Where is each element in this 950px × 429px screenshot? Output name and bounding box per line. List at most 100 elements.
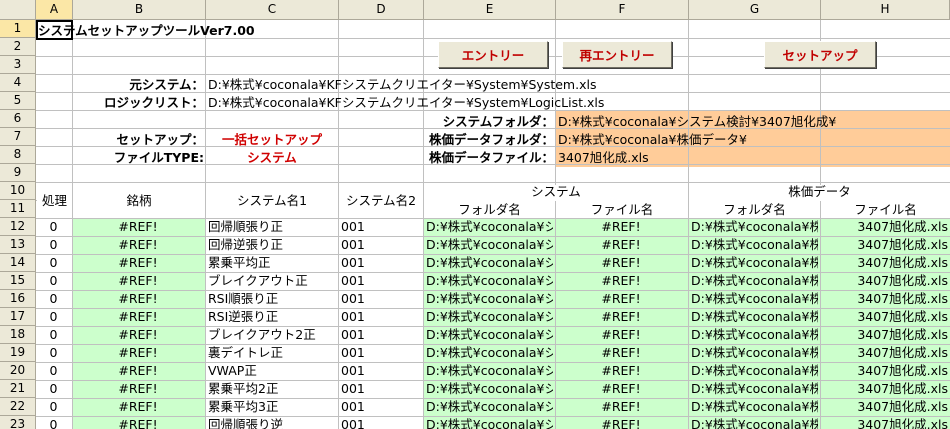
cell-name1: 回帰順張り逆 (208, 417, 284, 429)
cell-sys-folder: D:¥株式¥coconala¥システム検討¥3407旭化成¥ (426, 273, 553, 288)
row-header-20[interactable]: 20 (0, 362, 36, 380)
entry-button[interactable]: エントリー (438, 41, 548, 68)
cell-price-folder: D:¥株式¥coconala¥株価データ¥ (691, 237, 818, 252)
row-header-14[interactable]: 14 (0, 254, 36, 272)
cell-price-file: 3407旭化成.xls (857, 255, 948, 270)
cell-price-folder: D:¥株式¥coconala¥株価データ¥ (691, 309, 818, 324)
cell-price-folder: D:¥株式¥coconala¥株価データ¥ (691, 219, 818, 234)
system-folder-label: システムフォルダ： (442, 114, 554, 129)
setup-button[interactable]: セットアップ (764, 41, 876, 68)
cell-name2: 001 (341, 237, 365, 252)
setup-label: セットアップ： (116, 132, 204, 147)
cell-sys-file: #REF! (601, 399, 641, 414)
row-header-7[interactable]: 7 (0, 128, 36, 146)
row-header-23[interactable]: 23 (0, 416, 36, 429)
cell-sys-file: #REF! (601, 291, 641, 306)
cell-ticker: #REF! (118, 345, 158, 360)
cell-sys-file: #REF! (601, 309, 641, 324)
row-header-12[interactable]: 12 (0, 218, 36, 236)
row-header-4[interactable]: 4 (0, 74, 36, 92)
cell-price-folder: D:¥株式¥coconala¥株価データ¥ (691, 291, 818, 306)
cell-name2: 001 (341, 327, 365, 342)
row-header-5[interactable]: 5 (0, 92, 36, 110)
cell-ticker: #REF! (118, 237, 158, 252)
cell-price-folder: D:¥株式¥coconala¥株価データ¥ (691, 363, 818, 378)
column-header-d[interactable]: D (339, 0, 424, 20)
row-header-9[interactable]: 9 (0, 164, 36, 182)
cell-sys-file: #REF! (601, 381, 641, 396)
cell-sys-folder: D:¥株式¥coconala¥システム検討¥3407旭化成¥ (426, 381, 553, 396)
row-header-16[interactable]: 16 (0, 290, 36, 308)
cell-name1: 裏デイトレ正 (208, 345, 284, 360)
column-header-f[interactable]: F (556, 0, 689, 20)
cell-process: 0 (49, 345, 58, 360)
cell-price-file: 3407旭化成.xls (857, 345, 948, 360)
cell-sys-folder: D:¥株式¥coconala¥システム検討¥3407旭化成¥ (426, 237, 553, 252)
row-header-22[interactable]: 22 (0, 398, 36, 416)
source-system-label: 元システム： (129, 77, 204, 92)
header-system-group: システム (531, 184, 581, 199)
column-header-h[interactable]: H (821, 0, 950, 20)
row-header-2[interactable]: 2 (0, 38, 36, 56)
column-header-e[interactable]: E (424, 0, 556, 20)
cell-name2: 001 (341, 255, 365, 270)
cell-sys-file: #REF! (601, 255, 641, 270)
source-system-value: D:¥株式¥coconala¥KFシステムクリエイター¥System¥Syste… (208, 77, 597, 92)
row-header-8[interactable]: 8 (0, 146, 36, 164)
price-file-label: 株価データファイル： (428, 150, 554, 165)
select-all-corner[interactable] (0, 0, 36, 20)
cell-name2: 001 (341, 399, 365, 414)
cell-process: 0 (49, 255, 58, 270)
row-header-10[interactable]: 10 (0, 182, 36, 200)
cell-sys-file: #REF! (601, 345, 641, 360)
row-header-21[interactable]: 21 (0, 380, 36, 398)
cell-sys-folder: D:¥株式¥coconala¥システム検討¥3407旭化成¥ (426, 399, 553, 414)
row-header-17[interactable]: 17 (0, 308, 36, 326)
row-header-19[interactable]: 19 (0, 344, 36, 362)
cell-ticker: #REF! (118, 273, 158, 288)
cell-ticker: #REF! (118, 327, 158, 342)
header-ticker: 銘柄 (126, 193, 152, 208)
cell-ticker: #REF! (118, 417, 158, 429)
price-folder-value: D:¥株式¥coconala¥株価データ¥ (558, 132, 747, 147)
price-file-value: 3407旭化成.xls (558, 150, 649, 165)
cell-price-folder: D:¥株式¥coconala¥株価データ¥ (691, 417, 818, 429)
row-header-18[interactable]: 18 (0, 326, 36, 344)
cell-process: 0 (49, 381, 58, 396)
column-header-g[interactable]: G (689, 0, 821, 20)
setup-value: 一括セットアップ (221, 132, 322, 147)
cell-sys-file: #REF! (601, 363, 641, 378)
row-header-15[interactable]: 15 (0, 272, 36, 290)
cell-name1: VWAP正 (208, 363, 257, 378)
row-header-3[interactable]: 3 (0, 56, 36, 74)
cell-price-file: 3407旭化成.xls (857, 327, 948, 342)
cell-price-folder: D:¥株式¥coconala¥株価データ¥ (691, 399, 818, 414)
row-header-6[interactable]: 6 (0, 110, 36, 128)
cell-price-folder: D:¥株式¥coconala¥株価データ¥ (691, 381, 818, 396)
cell-sys-file: #REF! (601, 327, 641, 342)
column-header-c[interactable]: C (206, 0, 339, 20)
row-header-1[interactable]: 1 (0, 20, 36, 38)
row-header-13[interactable]: 13 (0, 236, 36, 254)
column-header-a[interactable]: A (36, 0, 73, 20)
cell-process: 0 (49, 327, 58, 342)
cell-price-file: 3407旭化成.xls (857, 381, 948, 396)
cell-ticker: #REF! (118, 255, 158, 270)
cell-ticker: #REF! (118, 309, 158, 324)
cell-sys-folder: D:¥株式¥coconala¥システム検討¥3407旭化成¥ (426, 255, 553, 270)
reentry-button[interactable]: 再エントリー (562, 41, 672, 68)
cell-name1: RSI逆張り正 (208, 309, 279, 324)
column-header-b[interactable]: B (73, 0, 206, 20)
cell-ticker: #REF! (118, 219, 158, 234)
cell-sys-file: #REF! (601, 219, 641, 234)
spreadsheet[interactable]: A B C D E F G H 1 2 3 4 5 6 7 8 9 10 11 12 13 14 15 16 1… (0, 0, 950, 429)
cell-name1: 回帰順張り正 (208, 219, 284, 234)
cell-sys-folder: D:¥株式¥coconala¥システム検討¥3407旭化成¥ (426, 327, 553, 342)
header-process: 処理 (41, 193, 67, 208)
cell-name1: 累乗平均2正 (208, 381, 279, 396)
cell-sys-folder: D:¥株式¥coconala¥システム検討¥3407旭化成¥ (426, 219, 553, 234)
row-header-11[interactable]: 11 (0, 200, 36, 218)
header-price-group: 株価データ (788, 184, 851, 199)
cell-price-file: 3407旭化成.xls (857, 273, 948, 288)
cell-sys-folder: D:¥株式¥coconala¥システム検討¥3407旭化成¥ (426, 345, 553, 360)
